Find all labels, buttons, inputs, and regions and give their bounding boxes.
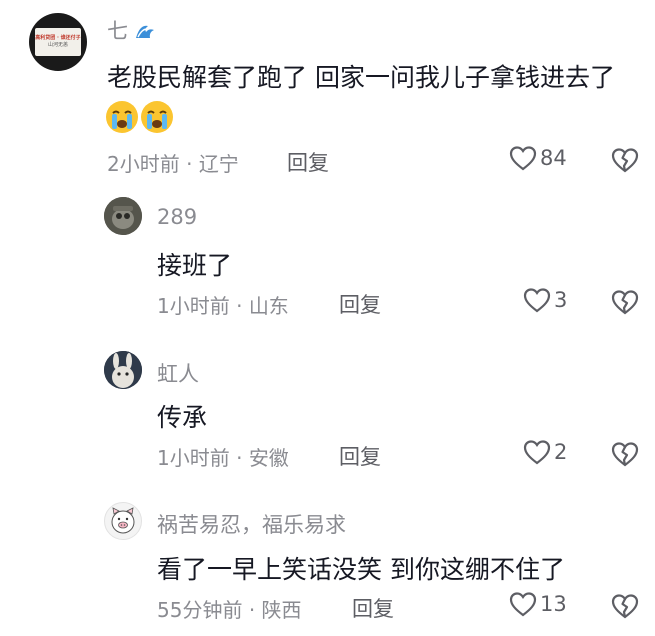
avatar[interactable]: 高利贷团 · 谁还付子 山河无恙 bbox=[29, 13, 87, 71]
avatar-signature: 山河无恙 bbox=[47, 42, 68, 48]
comment-author[interactable]: 虹人 bbox=[157, 358, 199, 388]
crying-face-icon bbox=[141, 101, 173, 133]
avatar-text-line: 高利贷团 · 谁还付子 bbox=[35, 35, 81, 41]
broken-heart-icon[interactable] bbox=[611, 440, 639, 468]
avatar-image bbox=[104, 351, 142, 389]
meta-separator: · bbox=[236, 294, 243, 318]
comment-meta: 2小时前 · 辽宁 bbox=[107, 148, 239, 177]
comment-time: 55分钟前 bbox=[157, 598, 243, 622]
like-count: 3 bbox=[554, 288, 568, 312]
avatar-image: 高利贷团 · 谁还付子 山河无恙 bbox=[35, 28, 81, 56]
heart-icon bbox=[509, 146, 537, 171]
comment-meta: 55分钟前 · 陕西 bbox=[157, 594, 302, 623]
comment-location: 安徽 bbox=[248, 446, 289, 470]
crying-face-icon bbox=[106, 101, 138, 133]
pig-face-icon bbox=[111, 507, 135, 534]
reply-button[interactable]: 回复 bbox=[339, 441, 381, 471]
comment-text: 接班了 bbox=[157, 251, 233, 280]
like-button[interactable]: 3 bbox=[523, 287, 567, 313]
comment-author[interactable]: 祸苦易忍，福乐易求 bbox=[157, 509, 346, 539]
comment-text: 老股民解套了跑了 回家一问我儿子拿钱进去了 bbox=[107, 63, 615, 92]
comment-time: 1小时前 bbox=[157, 294, 230, 318]
broken-heart-icon[interactable] bbox=[611, 592, 639, 620]
meta-separator: · bbox=[236, 446, 243, 470]
heart-icon bbox=[509, 592, 537, 617]
comment-meta: 1小时前 · 山东 bbox=[157, 290, 289, 319]
comment-text: 传承 bbox=[157, 403, 208, 432]
wave-icon bbox=[135, 25, 154, 38]
comment-text: 看了一早上笑话没笑 到你这绷不住了 bbox=[157, 555, 565, 584]
comment-location: 辽宁 bbox=[198, 152, 239, 176]
meta-separator: · bbox=[248, 598, 256, 622]
comment-meta: 1小时前 · 安徽 bbox=[157, 442, 289, 471]
broken-heart-icon[interactable] bbox=[611, 146, 639, 174]
broken-heart-icon[interactable] bbox=[611, 288, 639, 316]
comment-location: 陕西 bbox=[261, 598, 302, 622]
avatar[interactable] bbox=[104, 351, 142, 389]
avatar-image bbox=[104, 197, 142, 235]
avatar[interactable] bbox=[104, 502, 142, 540]
comment-time: 2小时前 bbox=[107, 152, 180, 176]
like-button[interactable]: 2 bbox=[523, 439, 567, 465]
reply-button[interactable]: 回复 bbox=[287, 147, 329, 177]
comment-author[interactable]: 七 bbox=[107, 15, 157, 45]
like-count: 13 bbox=[540, 592, 567, 616]
like-count: 2 bbox=[554, 440, 568, 464]
comment-author[interactable]: 289 bbox=[157, 205, 197, 229]
like-button[interactable]: 13 bbox=[509, 591, 567, 617]
like-button[interactable]: 84 bbox=[509, 145, 567, 171]
reply-button[interactable]: 回复 bbox=[352, 593, 394, 623]
heart-icon bbox=[523, 440, 551, 465]
comment-location: 山东 bbox=[248, 294, 289, 318]
like-count: 84 bbox=[540, 146, 567, 170]
meta-separator: · bbox=[186, 152, 193, 176]
avatar[interactable] bbox=[104, 197, 142, 235]
reply-button[interactable]: 回复 bbox=[339, 289, 381, 319]
comment-time: 1小时前 bbox=[157, 446, 230, 470]
heart-icon bbox=[523, 288, 551, 313]
author-name: 七 bbox=[107, 19, 128, 43]
